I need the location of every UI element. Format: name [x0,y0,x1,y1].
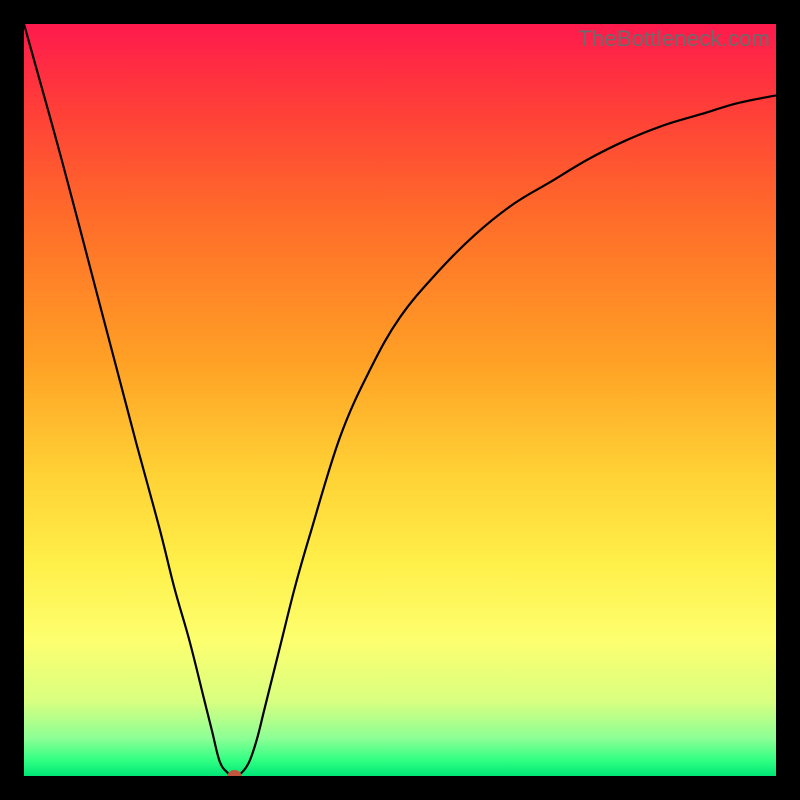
chart-container: TheBottleneck.com [0,0,800,800]
bottleneck-curve [24,24,776,776]
minimum-marker [228,770,242,776]
plot-area: TheBottleneck.com [24,24,776,776]
curve-svg [24,24,776,776]
